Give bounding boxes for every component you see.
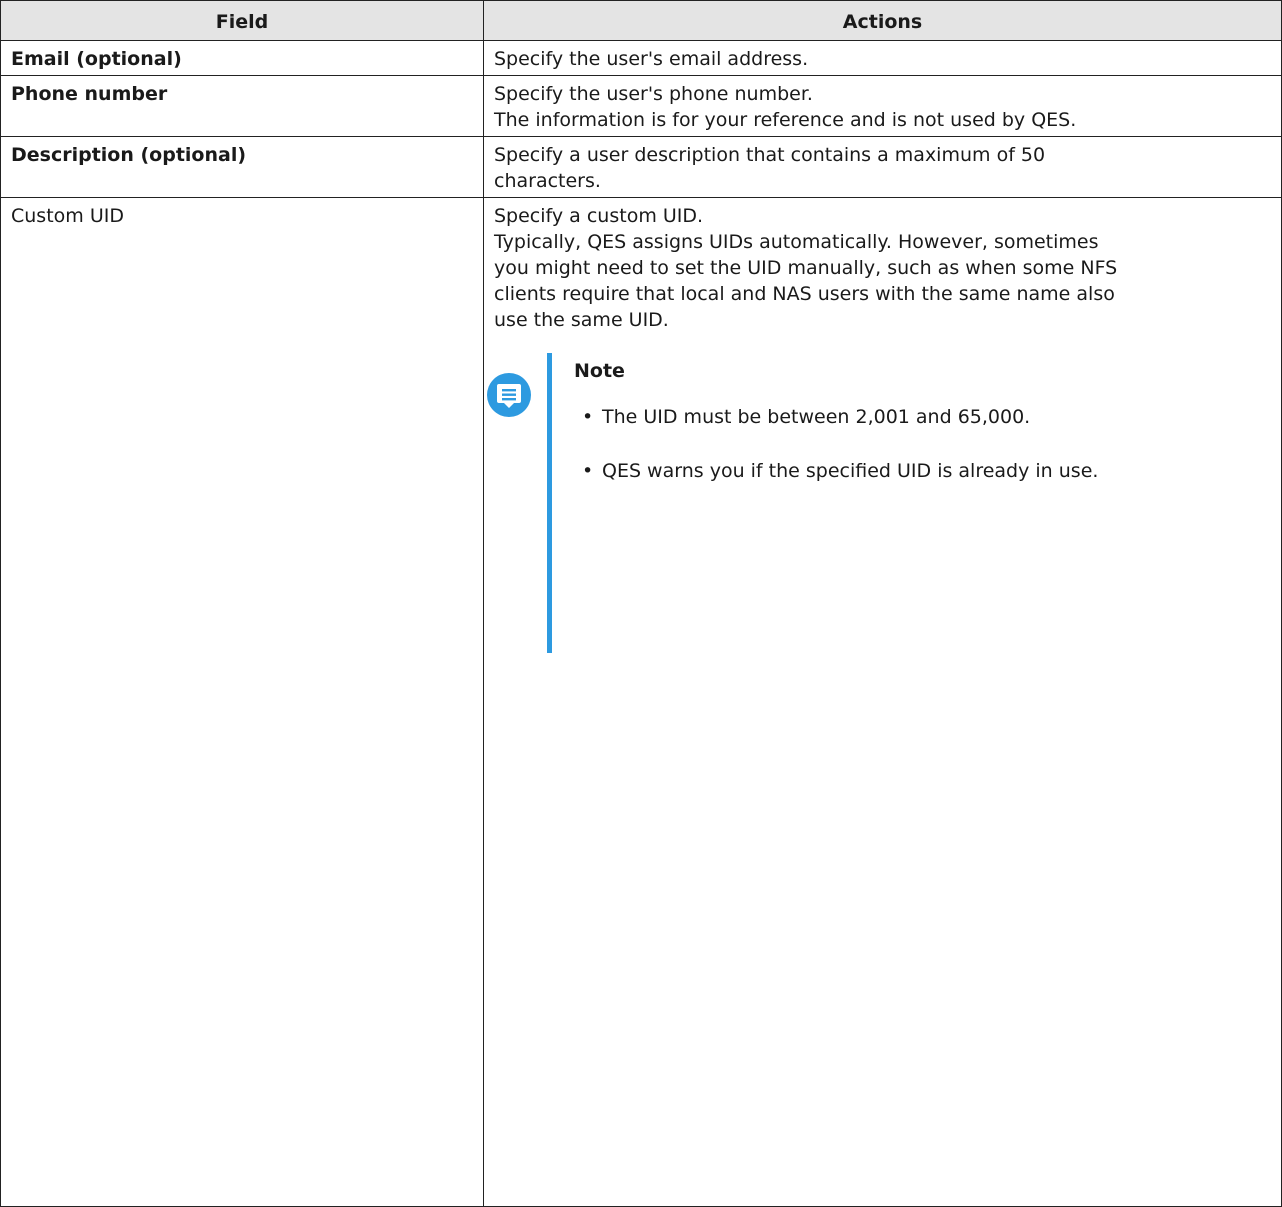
note-callout: Note • The UID must be between 2,001 and… [487,353,1271,653]
action-text: The information is for your reference an… [494,109,1077,131]
actions-cell-phone: Specify the user's phone number. The inf… [483,75,1282,137]
field-name-description: Description (optional) [0,136,484,198]
action-text: clients require that local and NAS users… [494,283,1115,305]
bullet-icon: • [582,460,594,482]
list-item: • The UID must be between 2,001 and 65,0… [574,404,1134,430]
actions-cell-email: Specify the user's email address. [483,40,1282,76]
action-text: use the same UID. [494,309,669,331]
field-name-phone: Phone number [0,75,484,137]
actions-cell-description: Specify a user description that contains… [483,136,1282,198]
header-field: Field [0,0,484,41]
actions-cell-custom-uid: Specify a custom UID. Typically, QES ass… [483,197,1282,1207]
field-name-custom-uid: Custom UID [0,197,484,1207]
note-list: • The UID must be between 2,001 and 65,0… [574,404,1134,484]
action-text: Specify a user description that contains… [494,144,1046,166]
action-text: characters. [494,170,601,192]
table-row-custom-uid: Custom UID Specify a custom UID. Typical… [0,197,1282,1207]
note-body: Note • The UID must be between 2,001 and… [574,358,1134,512]
bullet-icon: • [582,406,594,428]
note-title: Note [574,360,625,382]
field-name-email: Email (optional) [0,40,484,76]
action-text: Specify the user's phone number. [494,83,813,105]
note-item-text: The UID must be between 2,001 and 65,000… [602,406,1031,428]
table-header-row: Field Actions [0,0,1282,41]
note-icon [487,373,531,417]
note-accent-bar [547,353,552,653]
table-row-description: Description (optional) Specify a user de… [0,136,1282,198]
fields-table: Field Actions Email (optional) Specify t… [0,0,1282,1207]
table-row-phone: Phone number Specify the user's phone nu… [0,75,1282,137]
action-text: Specify the user's email address. [494,48,809,70]
action-text: Typically, QES assigns UIDs automaticall… [494,231,1099,253]
list-item: • QES warns you if the specified UID is … [574,458,1134,484]
action-text: you might need to set the UID manually, … [494,257,1118,279]
action-text: Specify a custom UID. [494,205,704,227]
header-actions: Actions [483,0,1282,41]
table-row-email: Email (optional) Specify the user's emai… [0,40,1282,76]
note-item-text: QES warns you if the specified UID is al… [602,460,1099,482]
